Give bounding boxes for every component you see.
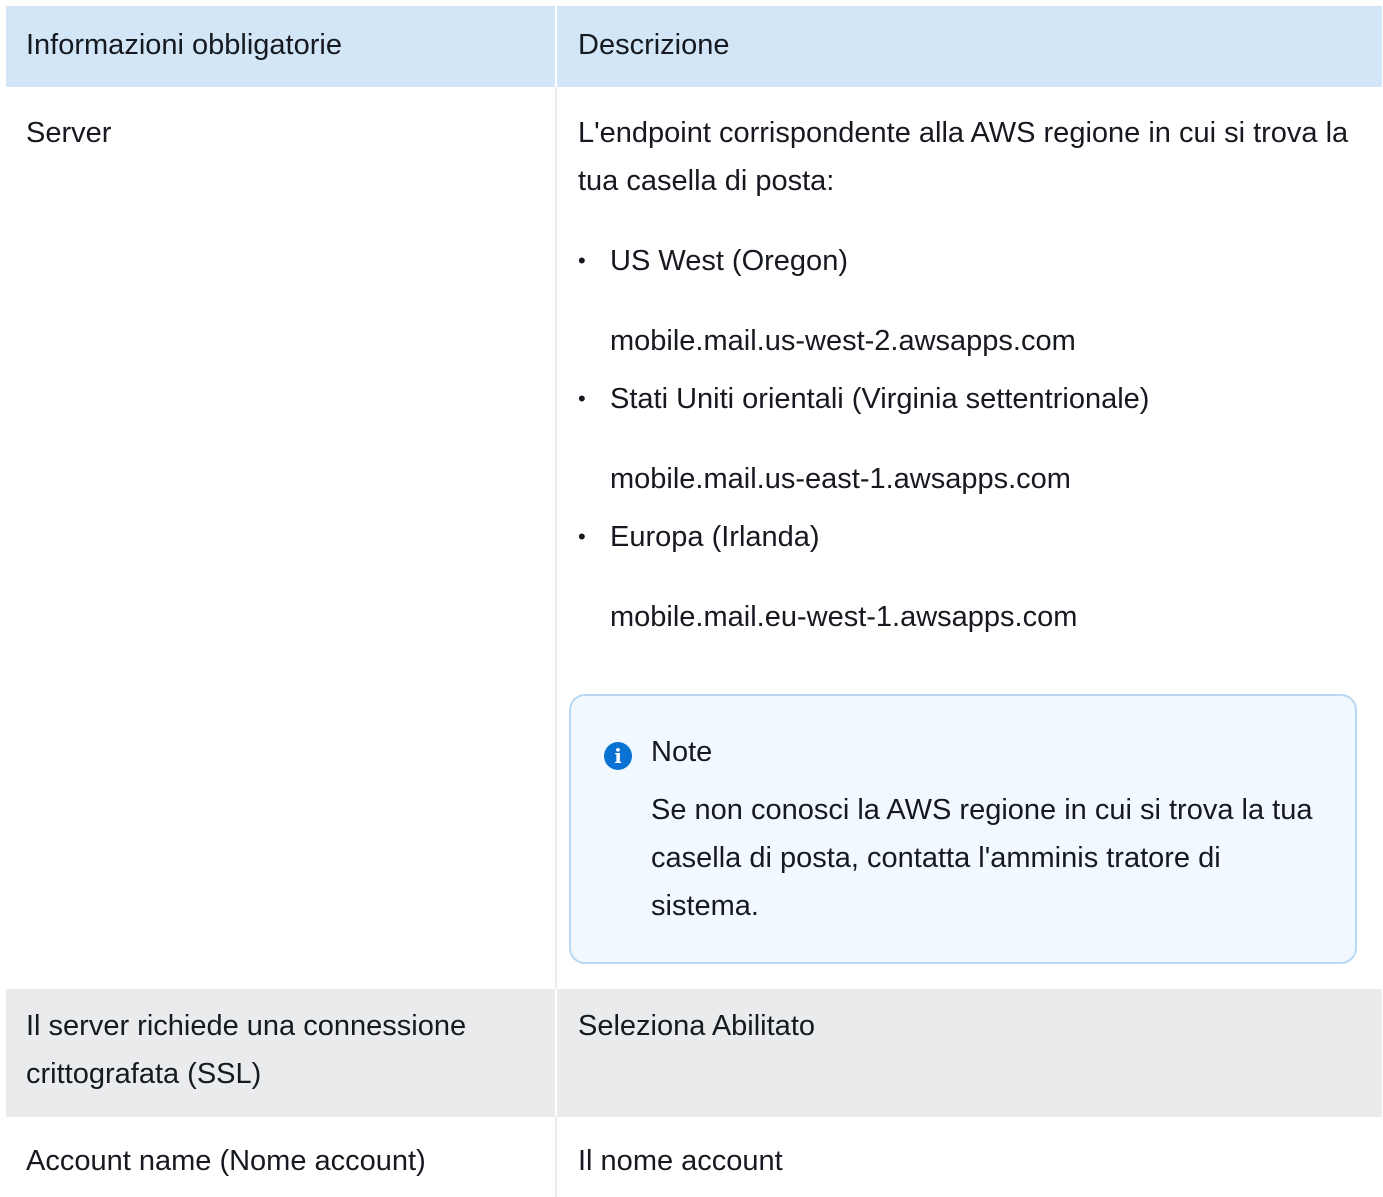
note-title: Note	[651, 736, 713, 768]
region-endpoint: mobile.mail.eu-west-1.awsapps.com	[610, 601, 1078, 633]
settings-table: Informazioni obbligatorie Descrizione Se…	[6, 6, 1382, 1197]
note-body: Se non conosci la AWS regione in cui si …	[651, 794, 1313, 922]
ssl-description: Seleziona Abilitato	[555, 989, 1382, 1117]
region-list: • US West (Oregon) mobile.mail.us-west-2…	[578, 237, 1364, 641]
account-description: Il nome account	[555, 1117, 1382, 1197]
region-name: US West (Oregon)	[610, 245, 848, 277]
header-required-info: Informazioni obbligatorie	[26, 29, 342, 61]
list-item: • Stati Uniti orientali (Virginia setten…	[578, 375, 1364, 503]
table-row-account: Account name (Nome account) Il nome acco…	[6, 1117, 1382, 1197]
table-header-row: Informazioni obbligatorie Descrizione	[6, 6, 1382, 87]
account-label: Account name (Nome account)	[26, 1145, 426, 1177]
ssl-label: Il server richiede una connessione critt…	[26, 1010, 467, 1090]
table-row-ssl: Il server richiede una connessione critt…	[6, 989, 1382, 1117]
list-item: • US West (Oregon) mobile.mail.us-west-2…	[578, 237, 1364, 365]
bullet-icon: •	[578, 524, 586, 549]
info-icon: i	[604, 742, 632, 770]
server-label: Server	[26, 117, 112, 149]
region-endpoint: mobile.mail.us-west-2.awsapps.com	[610, 325, 1076, 357]
list-item: • Europa (Irlanda) mobile.mail.eu-west-1…	[578, 513, 1364, 641]
bullet-icon: •	[578, 386, 586, 411]
bullet-icon: •	[578, 248, 586, 273]
note-callout: i Note Se non conosci la AWS regione in …	[569, 694, 1357, 964]
region-endpoint: mobile.mail.us-east-1.awsapps.com	[610, 463, 1071, 495]
region-name: Europa (Irlanda)	[610, 521, 820, 553]
server-intro-text: L'endpoint corrispondente alla AWS regio…	[578, 117, 1349, 197]
region-name: Stati Uniti orientali (Virginia settentr…	[610, 383, 1150, 415]
header-description: Descrizione	[555, 6, 1382, 87]
